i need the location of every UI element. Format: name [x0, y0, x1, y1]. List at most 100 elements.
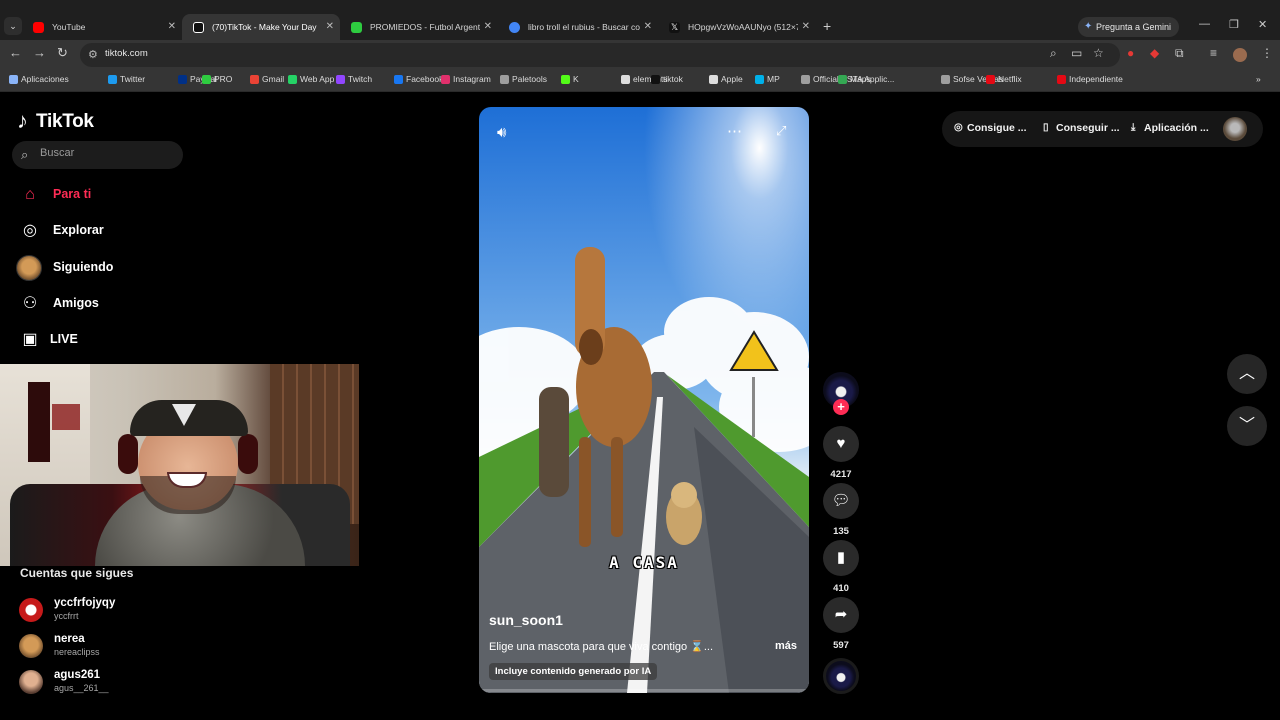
webcam-headphone — [118, 434, 138, 474]
reload-button[interactable]: ↻ — [57, 45, 68, 61]
bookmark-item[interactable]: Gmail — [250, 74, 284, 84]
bookmark-item[interactable]: Facebook — [394, 74, 443, 84]
download-app-button[interactable]: ⤓ Aplicación ... — [1131, 122, 1209, 134]
follow-button[interactable]: + — [833, 399, 849, 415]
bookmark-label: K — [573, 74, 579, 84]
coin-icon: ◎ — [954, 122, 963, 133]
new-tab-button[interactable]: + — [823, 18, 831, 34]
extension-icon[interactable]: ● — [1127, 46, 1134, 60]
nav-siguiendo[interactable]: Siguiendo — [20, 255, 200, 283]
comment-icon[interactable]: 💬︎ — [823, 483, 859, 519]
close-icon[interactable]: ✕ — [802, 14, 810, 40]
profile-avatar[interactable] — [1233, 48, 1247, 62]
share-icon[interactable]: ➦ — [823, 597, 859, 633]
close-window-button[interactable]: ✕ — [1258, 18, 1267, 31]
bookmark-item[interactable]: Netflix — [986, 74, 1022, 84]
like-action[interactable]: ♥ 4217 — [823, 426, 859, 480]
tab-google-search[interactable]: libro troll el rubius - Buscar con ✕ — [498, 14, 658, 40]
nav-amigos[interactable]: ⚇ Amigos — [20, 291, 200, 319]
bookmarks-bar: AplicacionesTwitterPayPalPROGmailWeb App… — [0, 70, 1280, 92]
bookmark-item[interactable]: Instagram — [441, 74, 491, 84]
bookmark-item[interactable]: Maps — [838, 74, 871, 84]
get-coins-button[interactable]: ◎ Consigue ... — [954, 122, 1027, 134]
gemini-button[interactable]: ✦ Pregunta a Gemini — [1078, 17, 1180, 37]
bookmark-label: Facebook — [406, 74, 444, 84]
chevron-up-icon: ︿ — [1238, 365, 1255, 382]
bookmark-item[interactable]: Aplicaciones — [9, 74, 69, 84]
close-icon[interactable]: ✕ — [326, 14, 334, 40]
bookmark-star-icon[interactable]: ☆ — [1093, 46, 1104, 60]
previous-video-button[interactable]: ︿ — [1227, 354, 1267, 394]
ai-content-label[interactable]: Incluye contenido generado por IA — [489, 663, 658, 680]
minimize-button[interactable]: — — [1199, 18, 1210, 30]
share-action[interactable]: ➦ 597 — [823, 597, 859, 651]
menu-icon[interactable]: ⋮ — [1261, 46, 1273, 60]
volume-icon[interactable]: 🔊︎ — [497, 124, 506, 141]
tab-label: (70)TikTok - Make Your Day — [212, 22, 317, 32]
nav-label: Amigos — [53, 296, 99, 310]
cast-icon[interactable]: ▭ — [1071, 46, 1082, 60]
more-options-icon[interactable]: ⋯ — [727, 122, 742, 140]
bookmark-icon[interactable]: ▮ — [823, 540, 859, 576]
music-disc[interactable] — [823, 658, 859, 694]
bookmark-icon — [394, 75, 403, 84]
bookmark-icon — [202, 75, 211, 84]
following-avatar[interactable] — [16, 255, 42, 281]
tab-image[interactable]: 𝕏 HOpgwVzWoAAUNyo (512×72 ✕ — [658, 14, 816, 40]
nav-explorar[interactable]: ◎ Explorar — [20, 218, 200, 246]
bookmark-icon — [178, 75, 187, 84]
media-control-icon[interactable]: ≡ — [1210, 46, 1217, 60]
tab-search-button[interactable]: ⌄ — [4, 17, 22, 35]
followed-account[interactable]: agus261 agus__261__ — [19, 668, 219, 698]
video-player[interactable]: 🔊︎ ⋯ ⤢ A CASA sun_soon1 Elige una mascot… — [479, 107, 809, 693]
address-bar[interactable]: ⚙ tiktok.com — [80, 43, 1120, 67]
bookmark-item[interactable]: tiktok — [651, 74, 683, 84]
bookmark-icon — [500, 75, 509, 84]
back-button[interactable]: ← — [9, 45, 22, 60]
next-video-button[interactable]: ﹀ — [1227, 406, 1267, 446]
user-avatar[interactable] — [1223, 117, 1247, 141]
close-icon[interactable]: ✕ — [484, 14, 492, 40]
bookmark-item[interactable]: Apple — [709, 74, 743, 84]
save-action[interactable]: ▮ 410 — [823, 540, 859, 594]
forward-button[interactable]: → — [33, 45, 46, 60]
tab-label: YouTube — [52, 22, 86, 32]
zoom-icon[interactable]: ⌕ — [1050, 46, 1057, 61]
followed-account[interactable]: yccfrfojyqy yccfrrt — [19, 596, 219, 626]
bookmarks-overflow-button[interactable]: » — [1244, 74, 1261, 84]
bookmark-label: MP — [767, 74, 780, 84]
tab-promiedos[interactable]: PROMIEDOS - Futbol Argentino ✕ — [340, 14, 498, 40]
tab-youtube[interactable]: YouTube ✕ — [22, 14, 182, 40]
tab-tiktok[interactable]: (70)TikTok - Make Your Day ✕ — [182, 14, 340, 40]
more-button[interactable]: más — [775, 640, 797, 652]
video-author[interactable]: sun_soon1 — [489, 612, 563, 628]
heart-icon[interactable]: ♥ — [823, 426, 859, 462]
bookmark-item[interactable]: PRO — [202, 74, 232, 84]
search-input[interactable] — [40, 147, 170, 159]
restore-button[interactable]: ❐ — [1229, 18, 1239, 31]
extensions-puzzle-icon[interactable]: ⧉ — [1175, 46, 1184, 61]
fullscreen-icon[interactable]: ⤢ — [776, 123, 786, 139]
tiktok-icon — [193, 22, 204, 33]
bookmark-item[interactable]: Twitch — [336, 74, 372, 84]
bookmark-item[interactable]: Twitter — [108, 74, 145, 84]
nav-label: Explorar — [53, 223, 104, 237]
extension-icon[interactable]: ◆ — [1150, 46, 1159, 60]
get-app-button[interactable]: ▯ Conseguir ... — [1043, 122, 1120, 134]
close-icon[interactable]: ✕ — [168, 14, 176, 40]
bookmark-item[interactable]: K — [561, 74, 579, 84]
site-info-icon[interactable]: ⚙ — [88, 48, 98, 61]
bookmark-icon — [441, 75, 450, 84]
followed-account[interactable]: nerea nereaclipss — [19, 632, 219, 662]
bookmark-item[interactable]: MP — [755, 74, 780, 84]
video-progress-bar[interactable] — [479, 689, 809, 692]
bookmark-item[interactable]: Independiente — [1057, 74, 1123, 84]
bookmark-item[interactable]: Web App — [288, 74, 334, 84]
comment-action[interactable]: 💬︎ 135 — [823, 483, 859, 537]
nav-label: Siguiendo — [53, 260, 114, 274]
nav-live[interactable]: ▣ LIVE — [20, 327, 200, 355]
nav-para-ti[interactable]: ⌂ Para ti — [20, 182, 200, 210]
close-icon[interactable]: ✕ — [644, 14, 652, 40]
search-icon[interactable]: ⌕ — [21, 147, 28, 163]
bookmark-item[interactable]: Paletools — [500, 74, 547, 84]
